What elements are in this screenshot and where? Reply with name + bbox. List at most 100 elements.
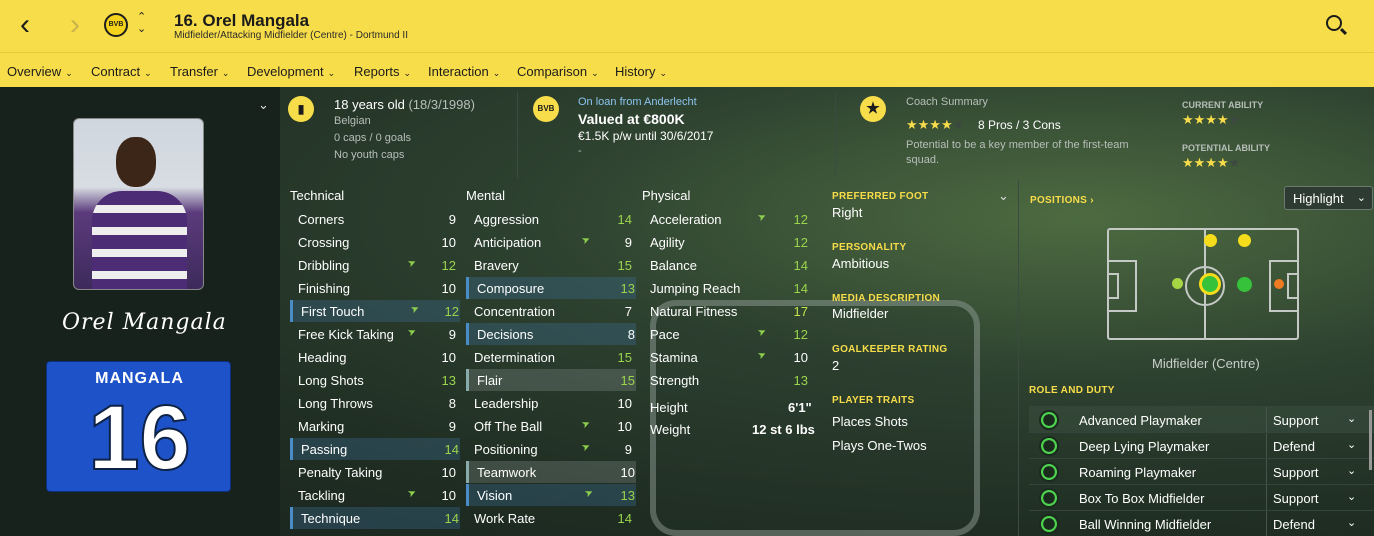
goalkeeper-rating-label: GOALKEEPER RATING bbox=[832, 344, 948, 355]
attribute-name: Vision bbox=[477, 488, 513, 503]
attribute-row[interactable]: Corners 9 bbox=[290, 208, 460, 230]
duty-value: Support bbox=[1273, 491, 1319, 506]
role-row[interactable]: Ball Winning Midfielder Defend ⌄ bbox=[1029, 510, 1374, 536]
tab-interaction[interactable]: Interaction ⌄ bbox=[428, 64, 500, 79]
duty-dropdown[interactable]: Support ⌄ bbox=[1266, 407, 1364, 433]
club-crest-icon[interactable]: BVB bbox=[104, 13, 128, 37]
attribute-value: 14 bbox=[444, 442, 459, 457]
attribute-value: 10 bbox=[793, 350, 808, 365]
attribute-value: 15 bbox=[617, 350, 632, 365]
role-row[interactable]: Deep Lying Playmaker Defend ⌄ bbox=[1029, 432, 1374, 459]
pros-cons[interactable]: 8 Pros / 3 Cons bbox=[978, 118, 1061, 132]
attribute-row[interactable]: Pace ➤ 12 bbox=[642, 323, 812, 345]
positions-link[interactable]: POSITIONS › bbox=[1030, 195, 1094, 206]
age-line: 18 years old (18/3/1998) bbox=[334, 97, 475, 112]
attribute-row[interactable]: Acceleration ➤ 12 bbox=[642, 208, 812, 230]
attribute-row[interactable]: Technique 14 bbox=[290, 507, 460, 529]
attribute-row[interactable]: Natural Fitness 17 bbox=[642, 300, 812, 322]
attribute-value: 12 bbox=[793, 327, 808, 342]
attribute-row[interactable]: Vision ➤ 13 bbox=[466, 484, 636, 506]
chevron-down-icon: ⌄ bbox=[1347, 491, 1357, 503]
attribute-value: 10 bbox=[620, 465, 635, 480]
role-name: Box To Box Midfielder bbox=[1079, 491, 1205, 506]
forward-button[interactable]: › bbox=[70, 10, 80, 40]
attribute-row[interactable]: Jumping Reach 14 bbox=[642, 277, 812, 299]
attribute-name: Positioning bbox=[474, 442, 538, 457]
attribute-name: Teamwork bbox=[477, 465, 537, 480]
attribute-row[interactable]: Tackling ➤ 10 bbox=[290, 484, 460, 506]
player-switch-icon[interactable]: ⌃ ⌄ bbox=[137, 11, 146, 35]
role-row[interactable]: Box To Box Midfielder Support ⌄ bbox=[1029, 484, 1374, 511]
duty-value: Defend bbox=[1273, 517, 1315, 532]
role-row[interactable]: Advanced Playmaker Support ⌄ bbox=[1029, 406, 1374, 433]
duty-value: Support bbox=[1273, 465, 1319, 480]
loan-link[interactable]: On loan from Anderlecht bbox=[578, 96, 697, 108]
divider bbox=[517, 92, 518, 178]
mental-heading: Mental bbox=[466, 188, 506, 203]
attribute-row[interactable]: Off The Ball ➤ 10 bbox=[466, 415, 636, 437]
tab-development[interactable]: Development ⌄ bbox=[247, 64, 335, 79]
attribute-row[interactable]: Leadership 10 bbox=[466, 392, 636, 414]
role-row[interactable]: Roaming Playmaker Support ⌄ bbox=[1029, 458, 1374, 485]
position-dot bbox=[1274, 279, 1284, 289]
role-suitability-icon bbox=[1039, 410, 1059, 430]
attribute-value: 13 bbox=[620, 488, 635, 503]
attribute-name: Tackling bbox=[298, 488, 345, 503]
attribute-row[interactable]: Finishing 10 bbox=[290, 277, 460, 299]
attribute-row[interactable]: Positioning ➤ 9 bbox=[466, 438, 636, 460]
attribute-row[interactable]: Flair 15 bbox=[466, 369, 636, 391]
progress-arrow-icon: ➤ bbox=[756, 348, 769, 363]
attribute-row[interactable]: Agility 12 bbox=[642, 231, 812, 253]
back-button[interactable]: ‹ bbox=[20, 10, 30, 40]
tab-reports[interactable]: Reports ⌄ bbox=[354, 64, 411, 79]
attribute-name: Acceleration bbox=[650, 212, 722, 227]
attribute-row[interactable]: Heading 10 bbox=[290, 346, 460, 368]
search-icon[interactable] bbox=[1326, 15, 1342, 31]
scrollbar[interactable] bbox=[1369, 410, 1372, 470]
attribute-row[interactable]: Teamwork 10 bbox=[466, 461, 636, 483]
attribute-row[interactable]: Work Rate 14 bbox=[466, 507, 636, 529]
attribute-value: 13 bbox=[620, 281, 635, 296]
duty-value: Defend bbox=[1273, 439, 1315, 454]
attribute-row[interactable]: Composure 13 bbox=[466, 277, 636, 299]
attribute-row[interactable]: Passing 14 bbox=[290, 438, 460, 460]
attribute-row[interactable]: Anticipation ➤ 9 bbox=[466, 231, 636, 253]
attribute-row[interactable]: Marking 9 bbox=[290, 415, 460, 437]
attribute-value: 10 bbox=[441, 281, 456, 296]
attribute-row[interactable]: Aggression 14 bbox=[466, 208, 636, 230]
duty-dropdown[interactable]: Defend ⌄ bbox=[1266, 433, 1364, 459]
attribute-row[interactable]: Stamina ➤ 10 bbox=[642, 346, 812, 368]
attribute-row[interactable]: Long Throws 8 bbox=[290, 392, 460, 414]
weight-label: Weight bbox=[650, 422, 691, 437]
attribute-row[interactable]: Decisions 8 bbox=[466, 323, 636, 345]
tab-contract[interactable]: Contract ⌄ bbox=[91, 64, 152, 79]
attribute-row[interactable]: Concentration 7 bbox=[466, 300, 636, 322]
weight-value: 12 st 6 lbs bbox=[752, 422, 815, 437]
duty-dropdown[interactable]: Support ⌄ bbox=[1266, 485, 1364, 511]
duty-dropdown[interactable]: Defend ⌄ bbox=[1266, 511, 1364, 536]
progress-arrow-icon: ➤ bbox=[580, 440, 593, 455]
attribute-value: 12 bbox=[793, 235, 808, 250]
details-chevron-icon[interactable]: ⌄ bbox=[998, 188, 1009, 204]
duty-dropdown[interactable]: Support ⌄ bbox=[1266, 459, 1364, 485]
divider bbox=[835, 92, 836, 178]
chevron-down-icon: ⌄ bbox=[403, 68, 412, 78]
attribute-row[interactable]: First Touch ➤ 12 bbox=[290, 300, 460, 322]
tab-transfer[interactable]: Transfer ⌄ bbox=[170, 64, 229, 79]
attribute-row[interactable]: Dribbling ➤ 12 bbox=[290, 254, 460, 276]
tab-comparison[interactable]: Comparison ⌄ bbox=[517, 64, 599, 79]
attribute-row[interactable]: Free Kick Taking ➤ 9 bbox=[290, 323, 460, 345]
attribute-row[interactable]: Long Shots 13 bbox=[290, 369, 460, 391]
collapse-chevron-icon[interactable]: ⌄ bbox=[258, 97, 269, 113]
attribute-row[interactable]: Penalty Taking 10 bbox=[290, 461, 460, 483]
attribute-row[interactable]: Bravery 15 bbox=[466, 254, 636, 276]
highlight-dropdown[interactable]: Highlight ⌄ bbox=[1284, 186, 1373, 210]
attribute-value: 15 bbox=[620, 373, 635, 388]
attribute-row[interactable]: Determination 15 bbox=[466, 346, 636, 368]
attribute-row[interactable]: Crossing 10 bbox=[290, 231, 460, 253]
tab-overview[interactable]: Overview ⌄ bbox=[7, 64, 73, 79]
attribute-row[interactable]: Balance 14 bbox=[642, 254, 812, 276]
tab-history[interactable]: History ⌄ bbox=[615, 64, 667, 79]
attribute-name: Strength bbox=[650, 373, 700, 388]
attribute-row[interactable]: Strength 13 bbox=[642, 369, 812, 391]
